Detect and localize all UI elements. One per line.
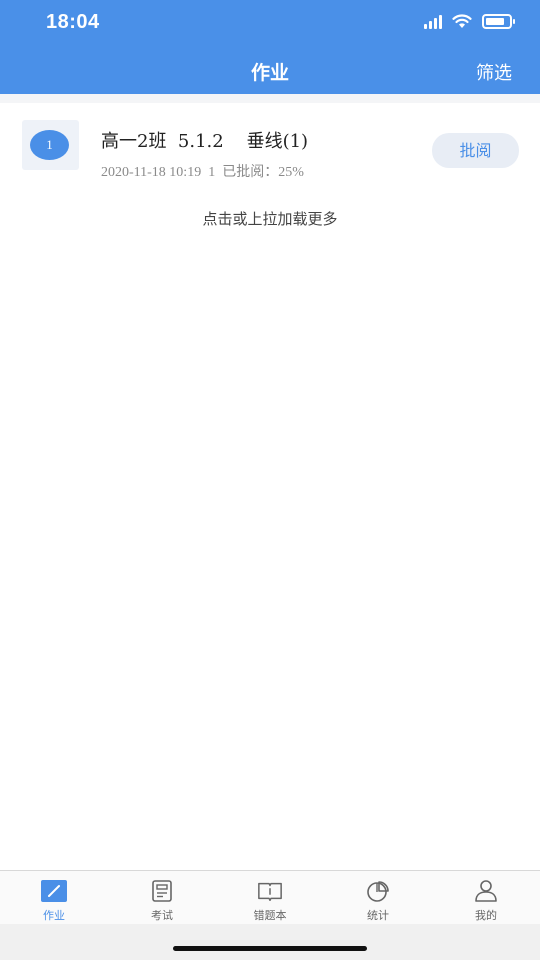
status-time: 18:04 xyxy=(46,11,100,33)
home-indicator[interactable] xyxy=(173,946,367,951)
tab-profile[interactable]: 我的 xyxy=(432,871,540,924)
tab-mistake-book[interactable]: 错题本 xyxy=(216,871,324,924)
tab-label: 考试 xyxy=(151,909,173,922)
tab-exam[interactable]: 考试 xyxy=(108,871,216,924)
homework-meta: 2020-11-18 10:19 1 已批阅：25% xyxy=(101,165,304,180)
homework-icon: 1 xyxy=(22,120,79,170)
tab-label: 作业 xyxy=(43,909,65,922)
tab-label: 错题本 xyxy=(253,909,287,922)
status-icons xyxy=(424,14,515,29)
review-button[interactable]: 批阅 xyxy=(432,133,519,168)
battery-icon xyxy=(482,14,515,29)
tab-statistics[interactable]: 统计 xyxy=(324,871,432,924)
homework-badge: 1 xyxy=(30,130,69,160)
bottom-tab-bar: 作业 考试 错题本 统计 我的 xyxy=(0,870,540,924)
filter-button[interactable]: 筛选 xyxy=(476,59,512,85)
list-item[interactable]: 1 高一2班 5.1.2 垂线(1) 2020-11-18 10:19 1 已批… xyxy=(0,103,540,195)
tab-homework[interactable]: 作业 xyxy=(0,871,108,924)
pie-chart-icon xyxy=(365,880,391,902)
tab-label: 统计 xyxy=(367,909,389,922)
header-divider xyxy=(0,94,540,103)
exam-paper-icon xyxy=(149,880,175,902)
app-header: 18:04 作业 筛选 xyxy=(0,0,540,94)
wifi-icon xyxy=(452,14,472,28)
open-book-icon xyxy=(257,880,283,902)
pencil-square-icon xyxy=(41,880,67,902)
cellular-signal-icon xyxy=(424,14,442,29)
tab-label: 我的 xyxy=(475,909,497,922)
home-indicator-area xyxy=(0,924,540,960)
load-more-link[interactable]: 点击或上拉加载更多 xyxy=(0,208,540,229)
homework-title: 高一2班 5.1.2 垂线(1) xyxy=(101,131,309,152)
person-icon xyxy=(473,880,499,902)
page-title: 作业 xyxy=(250,62,289,84)
